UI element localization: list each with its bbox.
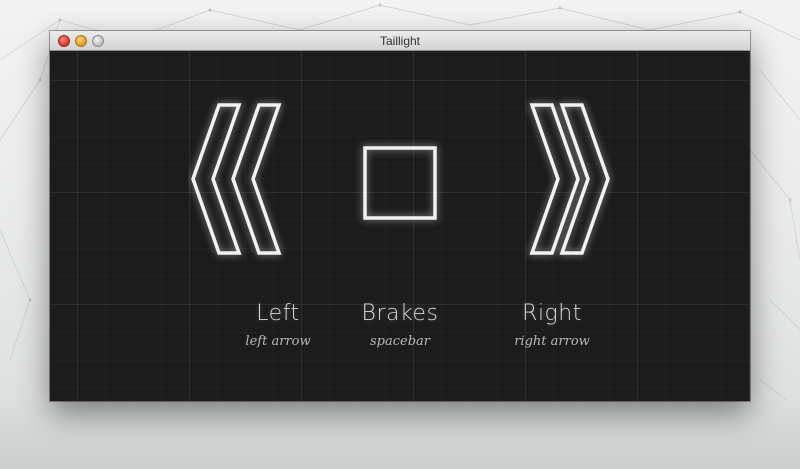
double-chevron-right-icon [529,103,610,255]
right-key-hint: right arrow [514,334,590,349]
right-signal[interactable]: Right right arrow [462,51,642,401]
signal-panel: Left left arrow Brakes spacebar Right ri… [50,51,750,401]
desktop-floor [0,400,800,469]
app-window: Taillight Left left arrow Brakes spaceba… [50,31,750,401]
window-title: Taillight [379,34,421,48]
right-label: Right [522,301,582,326]
title-bar[interactable]: Taillight [50,31,750,51]
